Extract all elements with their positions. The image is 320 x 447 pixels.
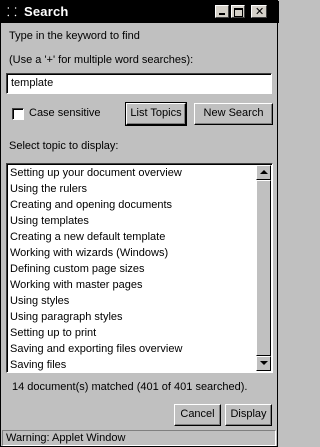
list-item[interactable]: Creating and opening documents <box>10 197 256 213</box>
instruction-line-1: Type in the keyword to find <box>9 30 140 42</box>
instruction-line-2: (Use a '+' for multiple word searches): <box>9 54 194 66</box>
list-item[interactable]: Using templates <box>10 213 256 229</box>
list-item[interactable]: Saving files <box>10 357 256 372</box>
list-item[interactable]: Setting up to print <box>10 325 256 341</box>
applet-menu-icon[interactable]: ⸬ <box>5 5 19 19</box>
list-item[interactable]: Defining custom page sizes <box>10 261 256 277</box>
cancel-button[interactable]: Cancel <box>174 404 221 426</box>
minimize-button[interactable] <box>215 5 229 18</box>
scroll-down-arrow-icon[interactable] <box>256 356 271 371</box>
close-button[interactable]: ✕ <box>251 5 267 18</box>
display-button[interactable]: Display <box>225 404 272 426</box>
list-item[interactable]: Saving and exporting files overview <box>10 341 256 357</box>
scroll-thumb[interactable] <box>256 180 271 356</box>
scroll-up-arrow-icon[interactable] <box>256 165 271 180</box>
topics-label: Select topic to display: <box>9 140 119 152</box>
topics-list[interactable]: Setting up your document overview Using t… <box>6 163 273 373</box>
list-item[interactable]: Working with master pages <box>10 277 256 293</box>
list-item[interactable]: Creating a new default template <box>10 229 256 245</box>
search-input[interactable]: template <box>6 73 272 94</box>
list-item[interactable]: Using the rulers <box>10 181 256 197</box>
list-item[interactable]: Setting up your document overview <box>10 165 256 181</box>
applet-warning-status: Warning: Applet Window <box>2 430 276 446</box>
list-topics-button[interactable]: List Topics <box>125 102 187 126</box>
window-title: Search <box>24 4 69 19</box>
topics-scrollbar[interactable] <box>256 165 271 371</box>
title-bar[interactable]: ⸬ Search ✕ <box>1 1 279 23</box>
result-summary: 14 document(s) matched (401 of 401 searc… <box>12 381 248 393</box>
new-search-button[interactable]: New Search <box>194 103 273 125</box>
topics-list-items: Setting up your document overview Using t… <box>10 165 256 372</box>
list-item[interactable]: Using styles <box>10 293 256 309</box>
search-window: ⸬ Search ✕ Type in the keyword to find (… <box>0 0 279 447</box>
list-item[interactable]: Working with wizards (Windows) <box>10 245 256 261</box>
list-item[interactable]: Using paragraph styles <box>10 309 256 325</box>
case-sensitive-label[interactable]: Case sensitive <box>29 107 101 119</box>
close-icon: ✕ <box>255 6 265 18</box>
maximize-button[interactable] <box>231 5 245 18</box>
case-sensitive-checkbox[interactable] <box>12 108 24 120</box>
